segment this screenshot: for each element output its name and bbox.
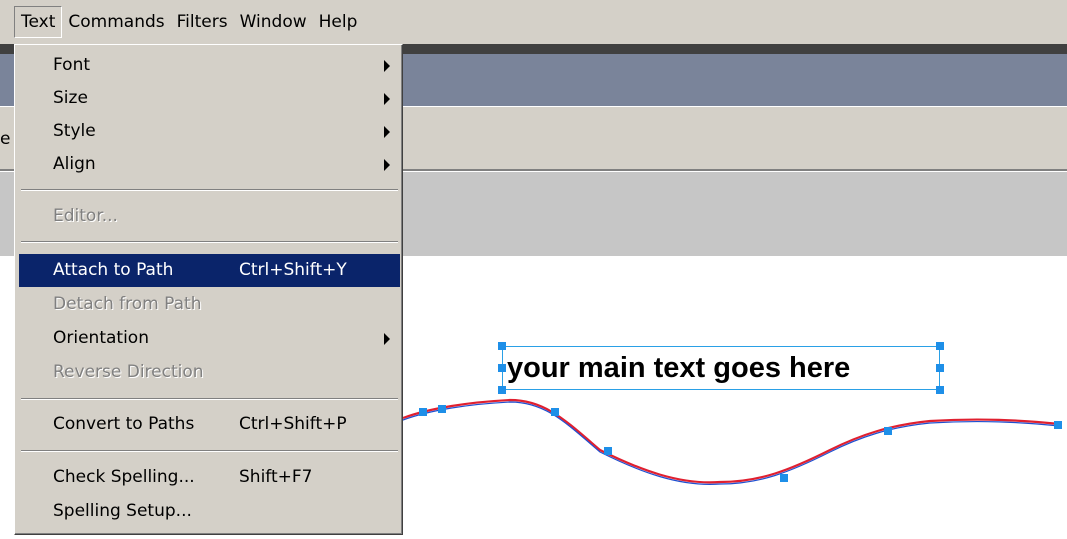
- menu-item-align[interactable]: Align: [19, 148, 400, 181]
- text-menu-dropdown: Font Size Style Align Editor... Attach t…: [14, 44, 403, 535]
- path-node[interactable]: [604, 447, 612, 455]
- menu-item-spell-setup-label: Spelling Setup...: [53, 501, 192, 521]
- menu-item-spell-shortcut: Shift+F7: [239, 467, 313, 487]
- path-node[interactable]: [780, 474, 788, 482]
- text-block-content: your main text goes here: [507, 352, 851, 384]
- submenu-arrow-icon: [384, 93, 390, 105]
- submenu-arrow-icon: [384, 60, 390, 72]
- menu-item-attach-label: Attach to Path: [53, 260, 174, 280]
- menu-separator: [21, 398, 398, 400]
- menu-item-style-label: Style: [53, 121, 96, 141]
- menu-item-editor: Editor...: [19, 200, 400, 233]
- selection-handle-bottom-right[interactable]: [936, 386, 944, 394]
- menu-item-font-label: Font: [53, 55, 91, 75]
- path-blue-stroke: [402, 401, 1061, 485]
- menu-item-reverse-direction: Reverse Direction: [19, 356, 400, 389]
- text-block[interactable]: your main text goes here: [502, 346, 940, 390]
- selection-handle-top-left[interactable]: [498, 342, 506, 350]
- submenu-arrow-icon: [384, 126, 390, 138]
- menu-item-detach-label: Detach from Path: [53, 294, 202, 314]
- menu-item-reverse-label: Reverse Direction: [53, 362, 204, 382]
- path-node[interactable]: [438, 405, 446, 413]
- path-node[interactable]: [551, 408, 559, 416]
- menu-item-convert-shortcut: Ctrl+Shift+P: [239, 414, 347, 434]
- submenu-arrow-icon: [384, 159, 390, 171]
- menu-item-convert-to-paths[interactable]: Convert to Paths Ctrl+Shift+P: [19, 408, 400, 441]
- menu-item-size-label: Size: [53, 88, 88, 108]
- menu-item-align-label: Align: [53, 154, 96, 174]
- menu-item-detach-from-path: Detach from Path: [19, 288, 400, 321]
- menu-item-orientation[interactable]: Orientation: [19, 322, 400, 355]
- path-red-stroke: [402, 398, 1061, 484]
- selection-handle-top-right[interactable]: [936, 342, 944, 350]
- menu-separator: [21, 241, 398, 243]
- menu-item-spelling-setup[interactable]: Spelling Setup...: [19, 495, 400, 528]
- menu-item-attach-shortcut: Ctrl+Shift+Y: [239, 260, 347, 280]
- menu-separator: [21, 450, 398, 452]
- submenu-arrow-icon: [384, 333, 390, 345]
- menu-item-spell-label: Check Spelling...: [53, 467, 195, 487]
- menu-item-check-spelling[interactable]: Check Spelling... Shift+F7: [19, 461, 400, 494]
- menu-item-editor-label: Editor...: [53, 206, 118, 226]
- menu-separator: [21, 189, 398, 191]
- menu-item-convert-label: Convert to Paths: [53, 414, 195, 434]
- path-node[interactable]: [884, 427, 892, 435]
- path-node[interactable]: [1054, 421, 1062, 429]
- selection-handle-bottom-left[interactable]: [498, 386, 506, 394]
- menu-item-font[interactable]: Font: [19, 49, 400, 82]
- selection-handle-middle-left[interactable]: [498, 364, 506, 372]
- menu-item-size[interactable]: Size: [19, 82, 400, 115]
- selection-handle-middle-right[interactable]: [936, 364, 944, 372]
- path-node[interactable]: [419, 408, 427, 416]
- menu-item-orientation-label: Orientation: [53, 328, 149, 348]
- menu-item-attach-to-path[interactable]: Attach to Path Ctrl+Shift+Y: [19, 254, 400, 287]
- menu-item-style[interactable]: Style: [19, 115, 400, 148]
